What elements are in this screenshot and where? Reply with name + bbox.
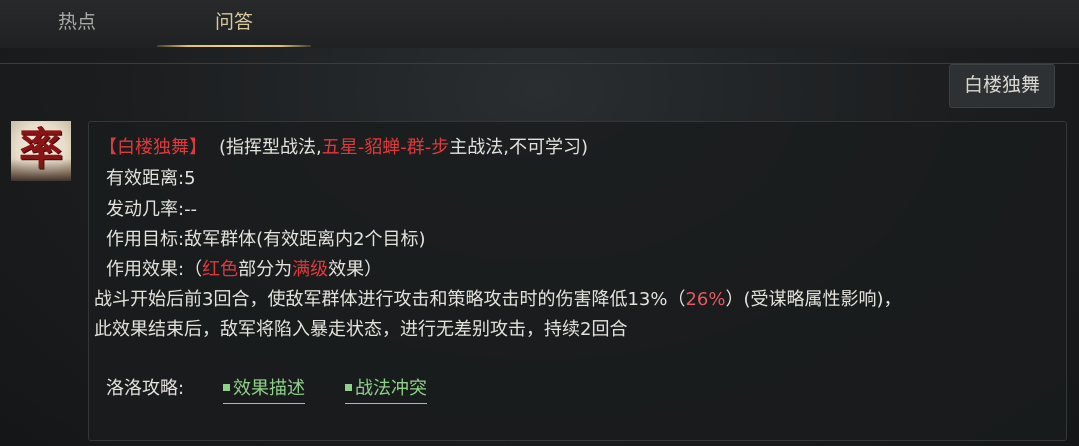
active-tab-indicator (157, 45, 311, 47)
desc-part-b: ）(受谋略属性影响)， (725, 289, 902, 310)
effect-max-level: 满级 (292, 259, 329, 280)
skill-trigger-rate: 发动几率:-- (106, 199, 198, 220)
effect-mid: 部分为 (238, 259, 293, 280)
desc-part-a: 战斗开始后前3回合，使敌军群体进行攻击和策略攻击时的伤害降低13%（ (94, 289, 686, 310)
skill-title-line: 【白楼独舞】 (指挥型战法,五星-貂蝉-群-步主战法,不可学习) (99, 136, 588, 160)
tab-divider (0, 63, 1079, 64)
skill-range: 有效距离:5 (106, 168, 196, 189)
skill-effect-line: 作用效果:（红色部分为满级效果） (106, 258, 382, 282)
user-question-bubble: 白楼独舞 (949, 64, 1055, 108)
avatar: 率 (11, 121, 71, 181)
skill-conflict-link[interactable]: 战法冲突 (345, 377, 427, 404)
skill-name: 【白楼独舞】 (99, 137, 207, 158)
skill-owner: 五星-貂蝉-群-步 (321, 137, 450, 158)
skill-description-line-2: 此效果结束后，敌军将陷入暴走状态，进行无差别攻击，持续2回合 (94, 319, 628, 340)
answer-panel: 【白楼独舞】 (指挥型战法,五星-貂蝉-群-步主战法,不可学习) 有效距离:5 发… (88, 121, 1067, 441)
link-underline (223, 403, 305, 404)
bullet-square-icon (345, 384, 352, 391)
bullet-square-icon (223, 384, 230, 391)
effect-prefix: 作用效果:（ (106, 259, 203, 280)
avatar-ink-decoration (11, 159, 71, 181)
skill-type-open: (指挥型战法, (219, 137, 322, 158)
skill-type-close: 主战法,不可学习) (449, 137, 588, 158)
effect-description-link[interactable]: 效果描述 (223, 377, 305, 404)
effect-description-label: 效果描述 (233, 378, 305, 399)
tab-qa[interactable]: 问答 (158, 0, 310, 46)
effect-suffix: 效果） (328, 259, 383, 280)
effect-red-word: 红色 (202, 259, 239, 280)
qa-screen: 热点 问答 白楼独舞 率 【白楼独舞】 (指挥型战法,五星-貂蝉-群-步主战法,不… (0, 0, 1079, 446)
tab-hot[interactable]: 热点 (22, 0, 132, 46)
tab-bar: 热点 问答 (0, 0, 1079, 48)
link-underline (345, 403, 427, 404)
guide-label: 洛洛攻略: (106, 378, 185, 399)
desc-percentage: 26% (685, 289, 726, 310)
skill-conflict-label: 战法冲突 (355, 378, 427, 399)
skill-target: 作用目标:敌军群体(有效距离内2个目标) (106, 229, 426, 250)
skill-description-line-1: 战斗开始后前3回合，使敌军群体进行攻击和策略攻击时的伤害降低13%（26%）(受… (94, 288, 902, 312)
